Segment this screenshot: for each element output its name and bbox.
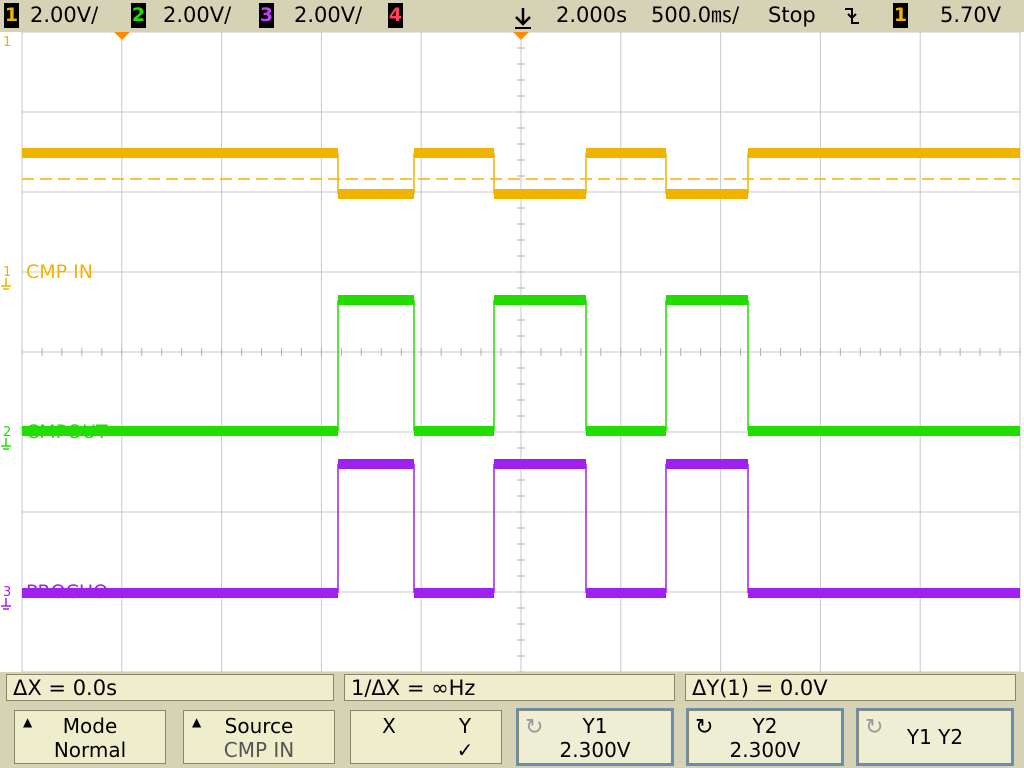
ch2-marker: 2 CMPOUT: [1, 421, 108, 450]
time-scale: 500.0㎳/: [651, 3, 740, 27]
channel-2-badge[interactable]: 2: [131, 3, 146, 28]
ch2-edges: [337, 300, 749, 431]
waveform-display: 1 1 CMP IN 2 CMPOUT 3 PROCHO: [1, 32, 1021, 672]
mode-softkey[interactable]: ▲ Mode Normal: [14, 710, 166, 764]
y1-softkey[interactable]: ↻ Y1 2.300V: [518, 710, 672, 764]
channel-3-badge[interactable]: 3: [259, 3, 274, 28]
ch1-label: CMP IN: [26, 261, 93, 283]
falling-edge-icon: [845, 8, 859, 24]
ch1-marker: 1 1 CMP IN: [1, 35, 93, 290]
trigger-level: 5.70V: [940, 3, 1002, 27]
x-option: X: [382, 714, 396, 738]
measurement-bar: ΔX = 0.0s 1/ΔX = ∞Hz ΔY(1) = 0.0V: [0, 672, 1024, 704]
run-state[interactable]: Stop: [768, 3, 816, 28]
time-delay: 2.000s: [556, 3, 628, 27]
delta-y-readout: ΔY(1) = 0.0V: [685, 674, 1016, 701]
y-option: Y: [458, 714, 472, 738]
ch3-ground-number: 3: [3, 585, 11, 600]
softkey-bar: ▲ Mode Normal ▲ Source CMP IN X Y ✓ ↻ Y1…: [0, 704, 1024, 768]
channel-1-scale: 2.00V/: [30, 3, 99, 27]
mode-label: Mode: [62, 714, 118, 738]
down-arrow-icon: [515, 8, 531, 29]
channel-2-scale: 2.00V/: [163, 3, 232, 27]
y1-label: Y1: [582, 714, 608, 738]
y1y2-label: Y1 Y2: [906, 725, 964, 749]
channel-4-badge[interactable]: 4: [388, 3, 403, 28]
channel-3-scale: 2.00V/: [294, 3, 363, 27]
xy-softkey[interactable]: X Y ✓: [350, 710, 502, 764]
mode-value: Normal: [53, 738, 127, 762]
ch3-edges: [337, 464, 749, 593]
graticule: [21, 32, 1021, 672]
trigger-source-badge[interactable]: 1: [893, 3, 908, 28]
trigger-marker-center: [513, 32, 529, 40]
ch3-marker: 3 PROCHO: [1, 581, 108, 610]
ch1-top-marker: 1: [3, 35, 11, 50]
y2-value: 2.300V: [729, 738, 801, 762]
y1y2-softkey[interactable]: ↻ Y1 Y2: [858, 710, 1012, 764]
source-value: CMP IN: [223, 738, 295, 762]
ch1-ground-number: 1: [3, 265, 11, 280]
status-bar: 1 2.00V/ 2 2.00V/ 3 2.00V/ 4 2.000s 500.…: [0, 0, 1024, 32]
ch2-label: CMPOUT: [26, 421, 108, 443]
check-icon: ✓: [456, 738, 474, 762]
y1-value: 2.300V: [559, 738, 631, 762]
y2-softkey[interactable]: ↻ Y2 2.300V: [688, 710, 842, 764]
ch3-label: PROCHO: [26, 581, 108, 603]
delta-x-readout: ΔX = 0.0s: [6, 674, 334, 701]
y2-label: Y2: [752, 714, 778, 738]
source-softkey[interactable]: ▲ Source CMP IN: [183, 710, 335, 764]
ch2-ground-number: 2: [3, 425, 11, 440]
source-label: Source: [224, 714, 294, 738]
channel-1-badge[interactable]: 1: [4, 3, 19, 28]
inverse-delta-x-readout: 1/ΔX = ∞Hz: [344, 674, 675, 701]
ch1-edges: [337, 153, 749, 194]
trigger-marker-left: [114, 32, 130, 40]
